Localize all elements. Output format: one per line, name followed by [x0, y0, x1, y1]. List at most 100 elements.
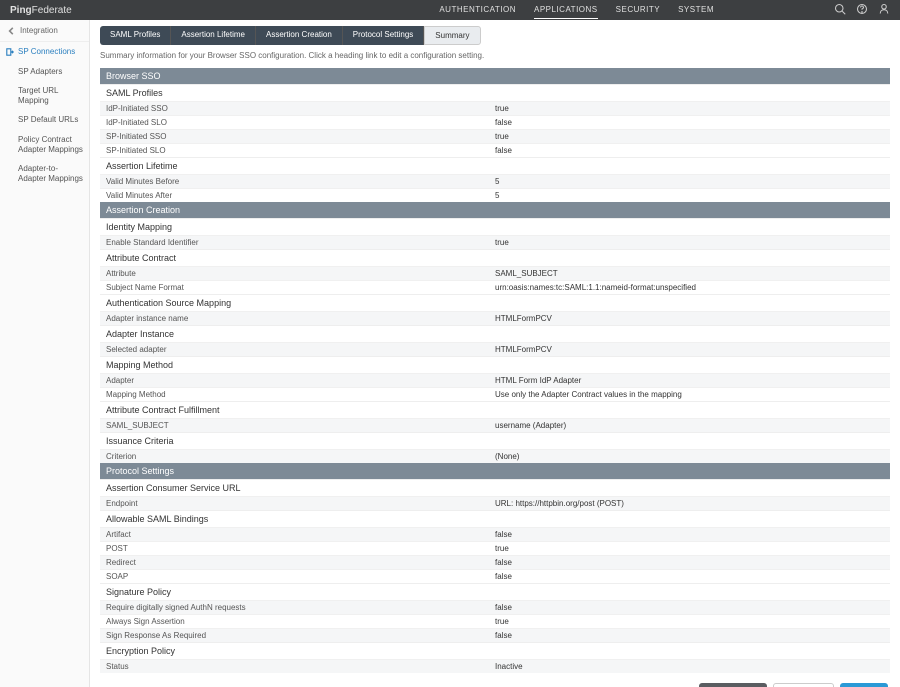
nav-authentication[interactable]: AUTHENTICATION — [439, 1, 516, 19]
summary-row: Valid Minutes After5 — [100, 188, 890, 202]
footer-buttons: Cancel Save Draft Previous Done — [100, 673, 890, 687]
tab-summary[interactable]: Summary — [424, 26, 480, 45]
section-subhead[interactable]: Issuance Criteria — [100, 432, 890, 449]
section-subhead[interactable]: SAML Profiles — [100, 84, 890, 101]
summary-row-key: POST — [106, 544, 495, 553]
sidebar-item-sp-default-urls[interactable]: SP Default URLs — [0, 110, 89, 130]
summary-row: Selected adapterHTMLFormPCV — [100, 342, 890, 356]
summary-row-value: HTML Form IdP Adapter — [495, 376, 884, 385]
sidebar-item-label: SP Connections — [18, 47, 75, 57]
nav-security[interactable]: SECURITY — [616, 1, 660, 19]
nav-applications[interactable]: APPLICATIONS — [534, 1, 598, 19]
summary-row: IdP-Initiated SLOfalse — [100, 115, 890, 129]
tab-assertion-creation[interactable]: Assertion Creation — [256, 26, 343, 45]
summary-row-value: false — [495, 572, 884, 581]
summary-row-value: false — [495, 118, 884, 127]
summary-row-value: HTMLFormPCV — [495, 345, 884, 354]
summary-row: Always Sign Assertiontrue — [100, 614, 890, 628]
summary-row-key: Require digitally signed AuthN requests — [106, 603, 495, 612]
summary-row: Redirectfalse — [100, 555, 890, 569]
sidebar-back[interactable]: Integration — [0, 20, 89, 42]
tab-protocol-settings[interactable]: Protocol Settings — [343, 26, 424, 45]
sidebar-item-adapter-to-adapter-mappings[interactable]: Adapter-to-Adapter Mappings — [0, 159, 89, 188]
tab-assertion-lifetime[interactable]: Assertion Lifetime — [171, 26, 256, 45]
section-subhead[interactable]: Encryption Policy — [100, 642, 890, 659]
summary-row-value: URL: https://httpbin.org/post (POST) — [495, 499, 884, 508]
summary-row: SOAPfalse — [100, 569, 890, 583]
section-subhead[interactable]: Attribute Contract Fulfillment — [100, 401, 890, 418]
summary-row-value: urn:oasis:names:tc:SAML:1.1:nameid-forma… — [495, 283, 884, 292]
summary-row-key: SP-Initiated SLO — [106, 146, 495, 155]
summary-row-value: true — [495, 617, 884, 626]
summary-row-value: SAML_SUBJECT — [495, 269, 884, 278]
summary-row: Enable Standard Identifiertrue — [100, 235, 890, 249]
summary-row-key: Status — [106, 662, 495, 671]
summary-row-key: Enable Standard Identifier — [106, 238, 495, 247]
sidebar-back-label: Integration — [20, 26, 58, 35]
summary-row-value: Use only the Adapter Contract values in … — [495, 390, 884, 399]
save-draft-button[interactable]: Save Draft — [699, 683, 768, 687]
summary-row: Adapter instance nameHTMLFormPCV — [100, 311, 890, 325]
top-icons — [834, 3, 890, 18]
sidebar-item-label: Target URL Mapping — [18, 86, 83, 105]
sidebar-item-sp-connections[interactable]: SP Connections — [0, 42, 89, 62]
top-nav: AUTHENTICATION APPLICATIONS SECURITY SYS… — [439, 1, 714, 19]
section-subhead[interactable]: Adapter Instance — [100, 325, 890, 342]
summary-row-value: true — [495, 132, 884, 141]
summary-row-value: true — [495, 544, 884, 553]
summary-row-key: SAML_SUBJECT — [106, 421, 495, 430]
section-subhead[interactable]: Signature Policy — [100, 583, 890, 600]
summary-row-key: Attribute — [106, 269, 495, 278]
summary-row: Subject Name Formaturn:oasis:names:tc:SA… — [100, 280, 890, 294]
summary-row-value: (None) — [495, 452, 884, 461]
section-subhead[interactable]: Identity Mapping — [100, 218, 890, 235]
summary-row: POSTtrue — [100, 541, 890, 555]
section-banner: Assertion Creation — [100, 202, 890, 218]
summary-row: SP-Initiated SLOfalse — [100, 143, 890, 157]
cancel-button[interactable]: Cancel — [639, 683, 693, 687]
summary-row-key: Subject Name Format — [106, 283, 495, 292]
done-button[interactable]: Done — [840, 683, 888, 687]
sidebar-item-target-url-mapping[interactable]: Target URL Mapping — [0, 81, 89, 110]
summary-row-key: Valid Minutes After — [106, 191, 495, 200]
summary-row-value: Inactive — [495, 662, 884, 671]
summary-row: AttributeSAML_SUBJECT — [100, 266, 890, 280]
summary-row: IdP-Initiated SSOtrue — [100, 101, 890, 115]
sidebar-item-label: Policy Contract Adapter Mappings — [18, 135, 83, 154]
summary-row-key: Sign Response As Required — [106, 631, 495, 640]
nav-system[interactable]: SYSTEM — [678, 1, 714, 19]
summary-row-value: 5 — [495, 191, 884, 200]
summary-row: SP-Initiated SSOtrue — [100, 129, 890, 143]
section-subhead[interactable]: Assertion Lifetime — [100, 157, 890, 174]
search-icon[interactable] — [834, 3, 846, 18]
sidebar-item-label: SP Default URLs — [18, 115, 78, 125]
user-icon[interactable] — [878, 3, 890, 18]
section-subhead[interactable]: Allowable SAML Bindings — [100, 510, 890, 527]
summary-row: Require digitally signed AuthN requestsf… — [100, 600, 890, 614]
brand-logo: PingFederate — [10, 5, 72, 16]
summary-row: SAML_SUBJECTusername (Adapter) — [100, 418, 890, 432]
help-icon[interactable] — [856, 3, 868, 18]
section-subhead[interactable]: Assertion Consumer Service URL — [100, 479, 890, 496]
summary-row-key: Criterion — [106, 452, 495, 461]
content-panel: SAML Profiles Assertion Lifetime Asserti… — [90, 20, 900, 687]
sidebar-item-sp-adapters[interactable]: SP Adapters — [0, 62, 89, 82]
previous-button[interactable]: Previous — [773, 683, 834, 687]
top-bar: PingFederate AUTHENTICATION APPLICATIONS… — [0, 0, 900, 20]
sidebar-item-label: Adapter-to-Adapter Mappings — [18, 164, 83, 183]
section-subhead[interactable]: Attribute Contract — [100, 249, 890, 266]
sidebar-item-policy-contract-adapter-mappings[interactable]: Policy Contract Adapter Mappings — [0, 130, 89, 159]
tab-saml-profiles[interactable]: SAML Profiles — [100, 26, 171, 45]
chevron-left-icon — [8, 27, 16, 35]
summary-row-key: Mapping Method — [106, 390, 495, 399]
summary-row: AdapterHTML Form IdP Adapter — [100, 373, 890, 387]
summary-row: StatusInactive — [100, 659, 890, 673]
summary-row-key: Endpoint — [106, 499, 495, 508]
section-subhead[interactable]: Mapping Method — [100, 356, 890, 373]
summary-row-key: IdP-Initiated SSO — [106, 104, 495, 113]
summary-row-key: SOAP — [106, 572, 495, 581]
summary-row-key: SP-Initiated SSO — [106, 132, 495, 141]
section-subhead[interactable]: Authentication Source Mapping — [100, 294, 890, 311]
summary-row-value: false — [495, 558, 884, 567]
summary-row-key: Adapter — [106, 376, 495, 385]
